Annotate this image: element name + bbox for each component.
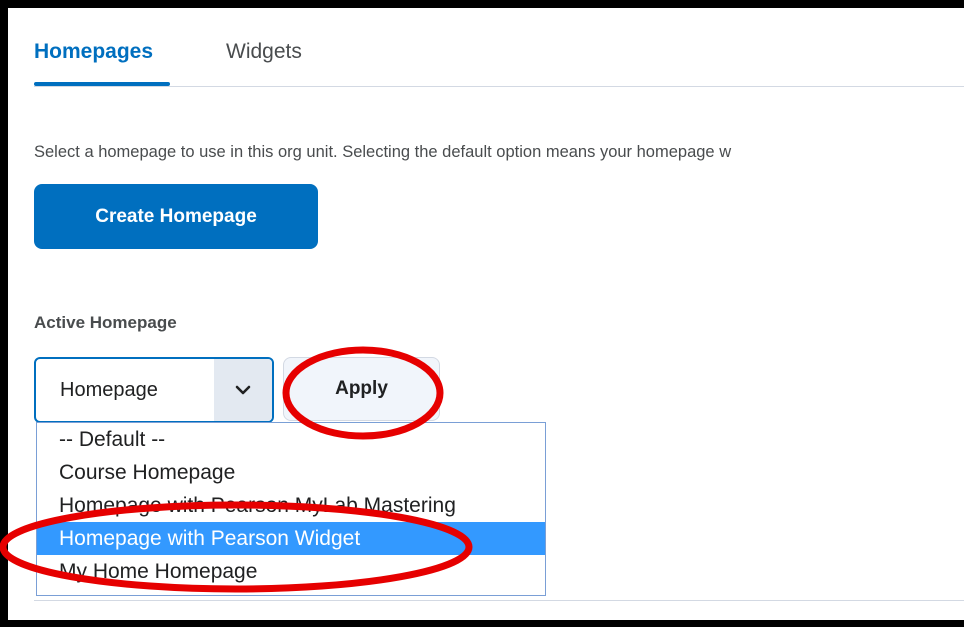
active-homepage-select[interactable]: Homepage [34, 357, 274, 423]
tab-bar: Homepages Widgets [34, 40, 964, 90]
frame-border-top [0, 0, 964, 8]
dropdown-option-course-homepage[interactable]: Course Homepage [37, 456, 545, 489]
active-homepage-label: Active Homepage [34, 313, 177, 332]
apply-button[interactable]: Apply [283, 357, 440, 421]
homepage-dropdown-list: -- Default -- Course Homepage Homepage w… [36, 422, 546, 596]
page-description: Select a homepage to use in this org uni… [34, 143, 732, 161]
create-homepage-button[interactable]: Create Homepage [34, 184, 318, 249]
frame-border-bottom [0, 620, 964, 627]
bottom-divider [34, 600, 964, 601]
dropdown-option-pearson-widget[interactable]: Homepage with Pearson Widget [37, 522, 545, 555]
dropdown-option-default[interactable]: -- Default -- [37, 423, 545, 456]
frame-border-left [0, 0, 8, 627]
chevron-down-icon[interactable] [214, 359, 272, 421]
tab-widgets[interactable]: Widgets [226, 40, 302, 64]
tab-homepages[interactable]: Homepages [34, 40, 153, 64]
dropdown-option-pearson-mylab[interactable]: Homepage with Pearson MyLab Mastering [37, 489, 545, 522]
dropdown-option-my-home[interactable]: My Home Homepage [37, 555, 545, 588]
select-value: Homepage [60, 379, 158, 401]
tab-divider [34, 86, 964, 87]
